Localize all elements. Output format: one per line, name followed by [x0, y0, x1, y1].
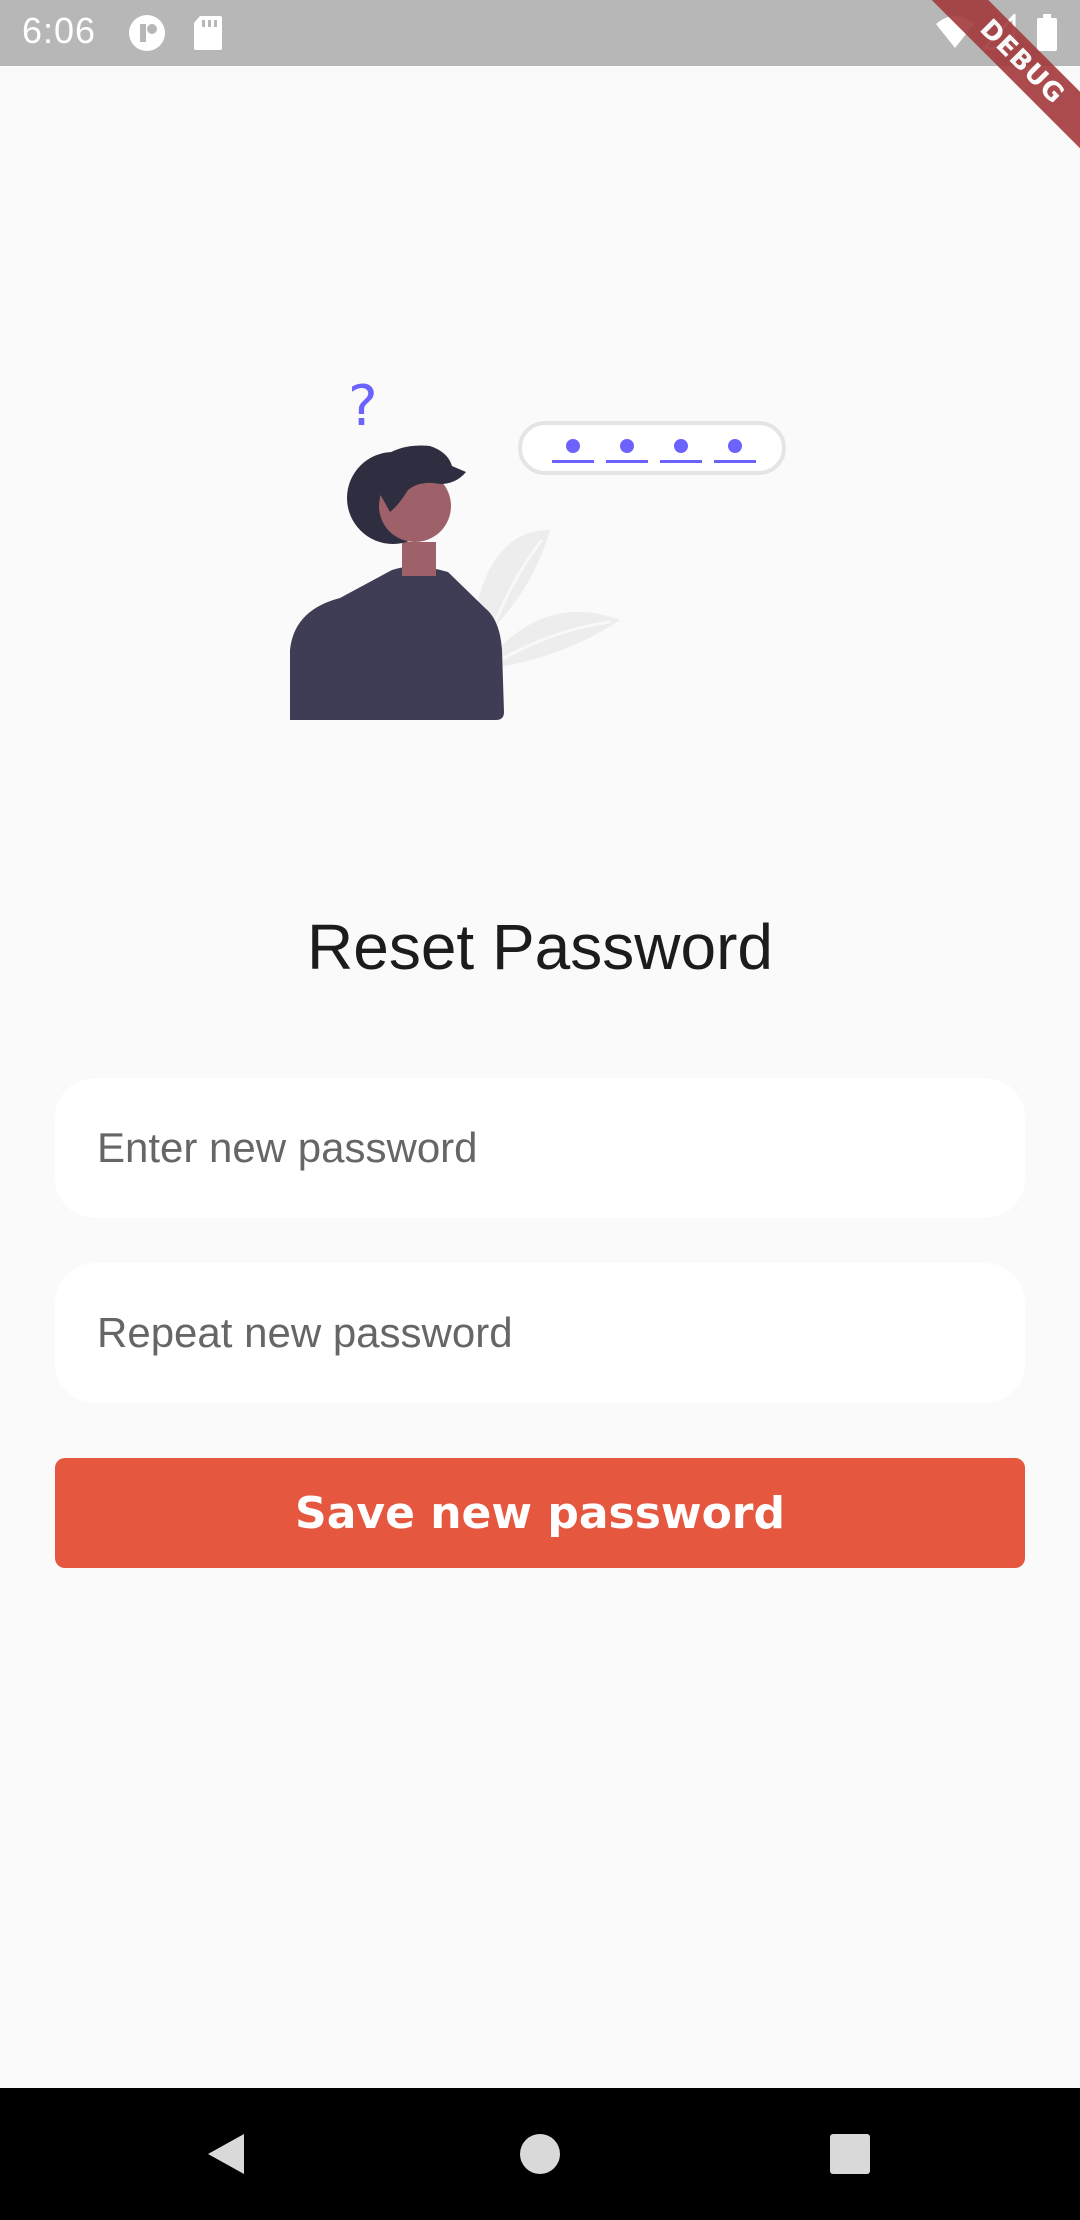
reset-password-illustration: ? [280, 374, 800, 730]
recents-icon [830, 2134, 870, 2174]
repeat-password-field[interactable] [55, 1263, 1025, 1403]
home-icon [520, 2134, 560, 2174]
question-mark: ? [348, 380, 378, 439]
home-button[interactable] [460, 2088, 620, 2220]
app-icon [128, 14, 166, 57]
new-password-field[interactable] [55, 1078, 1025, 1218]
back-icon [208, 2134, 244, 2174]
status-time: 6:06 [22, 10, 97, 51]
debug-label: DEBUG [923, 0, 1080, 160]
navigation-bar [0, 2088, 1080, 2220]
status-bar: 6:06 [0, 0, 1080, 66]
recents-button[interactable] [770, 2088, 930, 2220]
back-button[interactable] [146, 2088, 306, 2220]
page-title: Reset Password [307, 911, 773, 983]
save-new-password-button[interactable]: Save new password [55, 1458, 1025, 1568]
sd-card-icon [192, 14, 224, 57]
new-password-input[interactable] [95, 1123, 1025, 1173]
screen: 6:06 DEBUG ? Reset Password Save new pas… [0, 0, 1080, 2220]
repeat-password-input[interactable] [95, 1308, 1025, 1358]
debug-ribbon: DEBUG [920, 0, 1080, 160]
